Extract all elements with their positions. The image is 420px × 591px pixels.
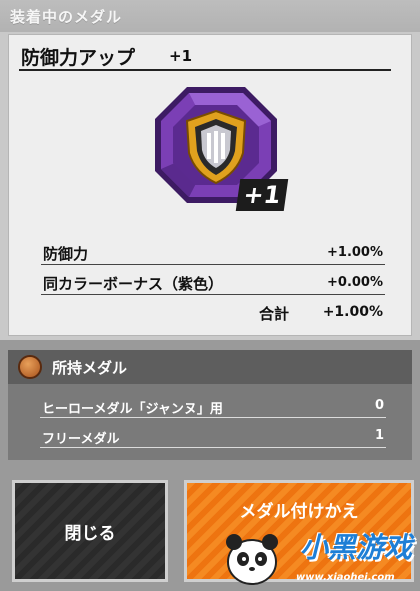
watermark-brand: 小黑游戏 (300, 531, 413, 564)
medal-emblem-icon (18, 355, 42, 379)
medal-title-row: 防御力アップ +1 (19, 41, 391, 71)
owned-row-value: 0 (374, 398, 384, 413)
plus-badge: +1 (235, 179, 289, 211)
owned-medals-panel: 所持メダル ヒーローメダル「ジャンヌ」用 0 フリーメダル 1 (8, 350, 412, 460)
owned-medals-header: 所持メダル (8, 350, 412, 384)
shield-medal-icon: +1 (145, 79, 295, 219)
equipped-medal-panel: 装着中のメダル 防御力アップ +1 +1 防御力 +1.00% 同カラーボーナス… (0, 0, 420, 340)
owned-row-label: ヒーローメダル「ジャンヌ」用 (42, 402, 223, 417)
medal-level: +1 (169, 47, 193, 65)
total-label: 合計 (259, 305, 290, 323)
owned-row-value: 1 (374, 428, 384, 443)
owned-medals-title: 所持メダル (52, 359, 128, 377)
owned-row-hero-medal: ヒーローメダル「ジャンヌ」用 0 (40, 396, 386, 418)
stat-value: +0.00% (327, 275, 383, 290)
owned-row-label: フリーメダル (42, 432, 120, 447)
owned-row-free-medal: フリーメダル 1 (40, 426, 386, 448)
watermark: 小黑游戏 www.xiaohei.com (212, 526, 418, 588)
total-row: 合計 +1.00% (41, 301, 385, 325)
watermark-url: www.xiaohei.com (296, 572, 395, 583)
stat-row-color-bonus: 同カラーボーナス（紫色） +0.00% (41, 271, 385, 295)
panel-header: 装着中のメダル (0, 0, 420, 32)
medal-name: 防御力アップ (21, 47, 136, 69)
stat-label: 同カラーボーナス（紫色） (43, 275, 224, 293)
stat-row-defense: 防御力 +1.00% (41, 241, 385, 265)
panda-logo-icon (226, 534, 278, 585)
medal-card: 防御力アップ +1 +1 防御力 +1.00% 同カラーボーナス（紫色） +0.… (8, 34, 412, 336)
stat-label: 防御力 (43, 245, 89, 263)
close-button[interactable]: 閉じる (12, 480, 168, 582)
total-value: +1.00% (322, 304, 383, 320)
stat-value: +1.00% (327, 245, 383, 260)
panel-title: 装着中のメダル (10, 8, 123, 26)
